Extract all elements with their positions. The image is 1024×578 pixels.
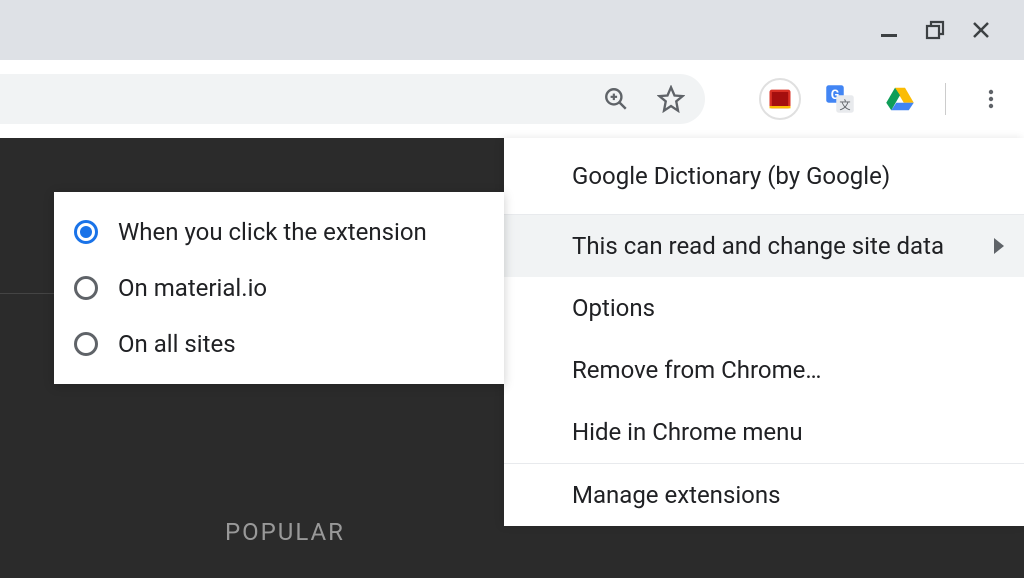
menu-item-label: Options <box>572 294 655 322</box>
radio-icon <box>74 332 98 356</box>
menu-title: Google Dictionary (by Google) <box>504 138 1024 214</box>
menu-item-label: Remove from Chrome… <box>572 356 821 384</box>
menu-item-manage[interactable]: Manage extensions <box>504 464 1024 526</box>
extension-context-menu: Google Dictionary (by Google) This can r… <box>504 138 1024 526</box>
submenu-item-label: On all sites <box>118 330 236 358</box>
menu-item-options[interactable]: Options <box>504 277 1024 339</box>
submenu-item-label: When you click the extension <box>118 218 427 246</box>
close-button[interactable] <box>958 10 1004 50</box>
toolbar-separator <box>945 83 946 115</box>
translate-extension-icon[interactable]: G 文 <box>819 78 861 120</box>
menu-item-hide[interactable]: Hide in Chrome menu <box>504 401 1024 463</box>
svg-text:文: 文 <box>839 98 850 112</box>
submenu-item-on-click[interactable]: When you click the extension <box>54 204 504 260</box>
window-titlebar <box>0 0 1024 60</box>
drive-extension-icon[interactable] <box>879 78 921 120</box>
minimize-button[interactable] <box>866 10 912 50</box>
submenu-arrow-icon <box>994 238 1004 254</box>
dictionary-extension-icon[interactable] <box>759 78 801 120</box>
browser-toolbar: G 文 <box>0 60 1024 138</box>
submenu-item-label: On material.io <box>118 274 267 302</box>
submenu-item-all-sites[interactable]: On all sites <box>54 316 504 372</box>
menu-item-label: Hide in Chrome menu <box>572 418 803 446</box>
site-data-submenu: When you click the extension On material… <box>54 192 504 384</box>
radio-icon <box>74 276 98 300</box>
popular-label: POPULAR <box>225 518 345 546</box>
radio-icon <box>74 220 98 244</box>
chrome-menu-icon[interactable] <box>970 78 1012 120</box>
star-icon[interactable] <box>657 85 685 113</box>
restore-button[interactable] <box>912 10 958 50</box>
submenu-item-on-site[interactable]: On material.io <box>54 260 504 316</box>
omnibox[interactable] <box>0 74 705 124</box>
menu-item-remove[interactable]: Remove from Chrome… <box>504 339 1024 401</box>
zoom-icon[interactable] <box>603 86 629 112</box>
menu-item-label: This can read and change site data <box>572 232 944 260</box>
menu-item-label: Manage extensions <box>572 481 781 509</box>
menu-item-site-data[interactable]: This can read and change site data <box>504 215 1024 277</box>
